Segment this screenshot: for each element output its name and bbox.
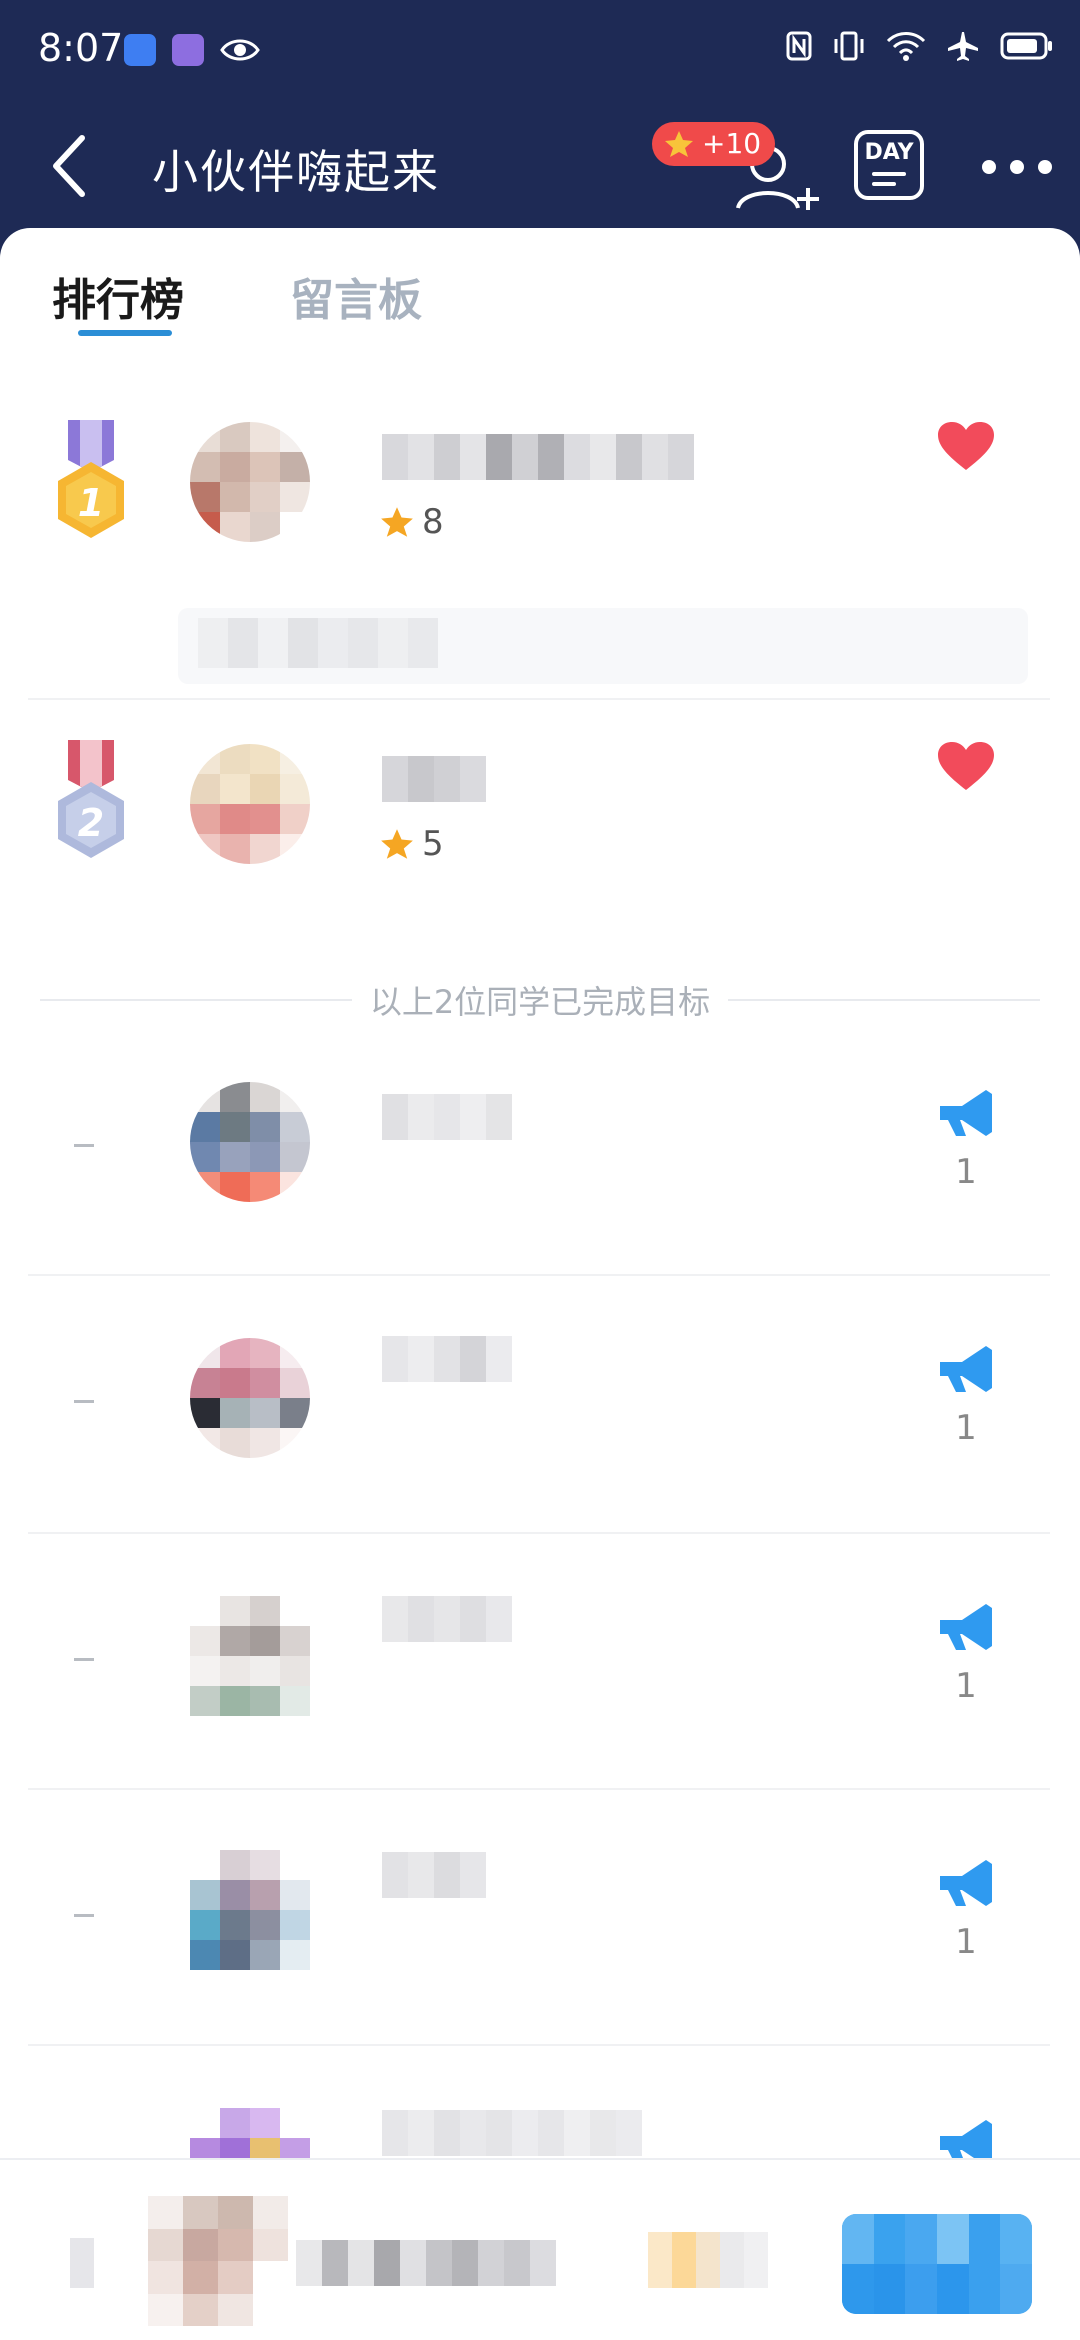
user-name-blurred	[382, 756, 486, 802]
like-action[interactable]	[928, 420, 1004, 476]
remind-action[interactable]: 1	[928, 1086, 1004, 1192]
tab-bar: 排行榜 留言板	[0, 228, 1080, 348]
rank-placeholder	[74, 1658, 94, 1661]
status-time: 8:07	[38, 26, 124, 70]
leaderboard-row[interactable]: 1	[28, 1276, 1050, 1534]
user-name-blurred	[382, 1852, 486, 1898]
airplane-icon	[948, 32, 978, 61]
remind-count: 1	[955, 1152, 977, 1192]
app-bar: 小伙伴嗨起来 +10 DAY	[0, 100, 1080, 230]
rank-placeholder	[74, 1144, 94, 1147]
more-options-button[interactable]	[982, 160, 1052, 178]
silver-medal-icon: 2	[58, 740, 124, 858]
status-notification-icons	[124, 34, 260, 66]
my-rank-blurred	[70, 2238, 94, 2288]
user-name-blurred	[382, 2110, 642, 2156]
day-button[interactable]: DAY	[854, 130, 924, 200]
battery-icon	[1000, 32, 1052, 60]
remind-action[interactable]: 1	[928, 1600, 1004, 1706]
leaderboard-row[interactable]: 1 8	[28, 378, 1050, 700]
svg-text:1: 1	[78, 481, 104, 525]
megaphone-icon	[940, 1090, 992, 1136]
rank-placeholder	[74, 1400, 94, 1403]
heart-icon	[938, 742, 994, 790]
avatar[interactable]	[190, 1850, 310, 1970]
star-icon	[381, 507, 413, 537]
remind-count: 1	[955, 1408, 977, 1448]
heart-icon	[938, 422, 994, 470]
status-system-icons	[786, 30, 1054, 62]
dot-icon	[982, 160, 996, 174]
my-rank-bar	[0, 2158, 1080, 2340]
avatar[interactable]	[190, 1596, 310, 1716]
vibrate-icon	[834, 31, 864, 61]
remind-count: 1	[955, 1922, 977, 1962]
rank-placeholder	[74, 1914, 94, 1917]
tab-leaderboard[interactable]: 排行榜	[52, 264, 184, 328]
dot-icon	[1010, 160, 1024, 174]
active-tab-indicator	[78, 330, 172, 336]
avatar[interactable]	[190, 744, 310, 864]
remind-action[interactable]: 1	[928, 1856, 1004, 1962]
gold-medal-icon: 1	[58, 420, 124, 538]
points-badge: +10	[652, 122, 776, 166]
badge-text: +10	[702, 127, 762, 160]
my-star-score-blurred	[648, 2232, 768, 2288]
leaderboard-row[interactable]: 1	[28, 1020, 1050, 1276]
star-icon	[665, 131, 693, 157]
megaphone-icon	[940, 1346, 992, 1392]
line-decoration	[872, 182, 896, 186]
app-notification-icon	[124, 34, 156, 66]
user-name-blurred	[382, 1596, 512, 1642]
megaphone-icon	[940, 1860, 992, 1906]
leaderboard-row[interactable]: 1	[28, 1790, 1050, 2046]
leaderboard-row[interactable]: 2 5	[28, 700, 1050, 960]
user-name-blurred	[382, 1094, 512, 1140]
avatar[interactable]	[190, 1338, 310, 1458]
star-count: 5	[422, 824, 444, 864]
app-notification-icon	[172, 34, 204, 66]
line-decoration	[872, 172, 906, 176]
tab-message-board[interactable]: 留言板	[290, 264, 422, 328]
user-name-blurred	[382, 434, 694, 480]
like-action[interactable]	[928, 740, 1004, 796]
goal-divider: 以上2位同学已完成目标	[40, 980, 1040, 1021]
day-label: DAY	[864, 140, 914, 165]
star-count: 8	[422, 502, 444, 542]
comment-blurred	[178, 608, 1028, 684]
status-bar: 8:07	[0, 0, 1080, 100]
my-avatar[interactable]	[148, 2196, 288, 2326]
goal-divider-text: 以上2位同学已完成目标	[369, 983, 711, 1021]
dot-icon	[1038, 160, 1052, 174]
nfc-icon	[786, 31, 812, 61]
divider-line	[40, 999, 352, 1001]
megaphone-icon	[940, 1604, 992, 1650]
my-name-blurred	[296, 2240, 556, 2286]
user-name-blurred	[382, 1336, 512, 1382]
back-button[interactable]	[38, 128, 108, 204]
star-icon	[381, 829, 413, 859]
remind-count: 1	[955, 1666, 977, 1706]
remind-action[interactable]: 1	[928, 1342, 1004, 1448]
svg-text:2: 2	[78, 801, 104, 845]
avatar[interactable]	[190, 1082, 310, 1202]
avatar[interactable]	[190, 422, 310, 542]
eye-icon	[220, 39, 260, 61]
leaderboard-row[interactable]: 1	[28, 1534, 1050, 1790]
wifi-icon	[886, 32, 926, 61]
divider-line	[728, 999, 1040, 1001]
action-button[interactable]	[842, 2214, 1032, 2314]
star-score: 8	[380, 502, 444, 542]
content-sheet: 排行榜 留言板 1 8 2 5 以上2位同学已完成目标 1 1 1 1	[0, 228, 1080, 2340]
page-title: 小伙伴嗨起来	[152, 145, 440, 199]
star-score: 5	[380, 824, 444, 864]
